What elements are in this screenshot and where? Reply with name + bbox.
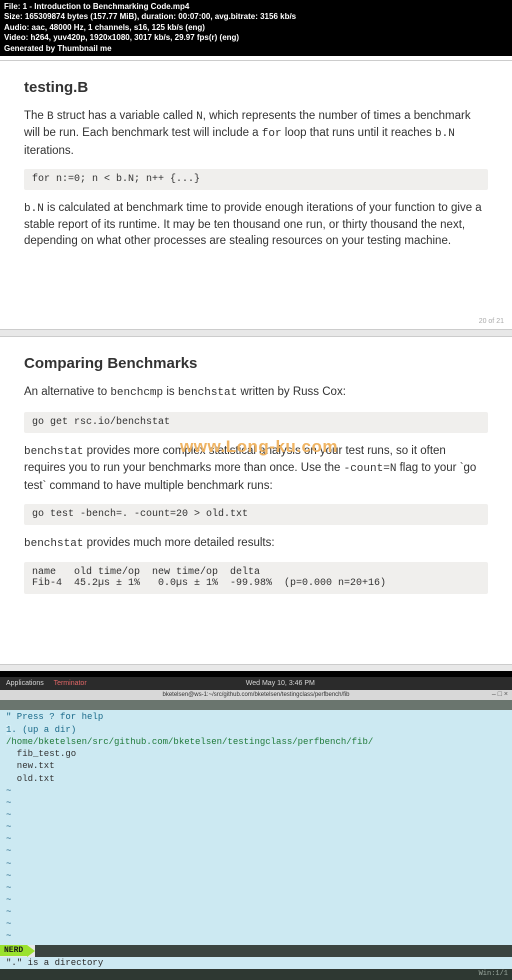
meta-file: File: 1 - Introduction to Benchmarking C… [4, 2, 508, 12]
vim-statusline: NERD [0, 945, 512, 957]
statusline-rest [35, 945, 512, 957]
empty-line: ~ [0, 797, 512, 809]
slide2-code2: go test -bench=. -count=20 > old.txt [24, 504, 488, 525]
file-item[interactable]: fib_test.go [0, 748, 512, 760]
empty-line: ~ [0, 858, 512, 870]
empty-line: ~ [0, 821, 512, 833]
empty-line: ~ [0, 785, 512, 797]
meta-video: Video: h264, yuv420p, 1920x1080, 3017 kb… [4, 33, 508, 43]
editor-pane[interactable]: 1. (up a dir) /home/bketelsen/src/github… [0, 724, 512, 945]
empty-line: ~ [0, 870, 512, 882]
slide2-title: Comparing Benchmarks [24, 355, 488, 372]
menu-applications[interactable]: Applications [6, 680, 44, 687]
empty-line: ~ [0, 930, 512, 942]
video-metadata-header: File: 1 - Introduction to Benchmarking C… [0, 0, 512, 60]
desktop-menubar[interactable]: Applications Terminator Wed May 10, 3:46… [0, 677, 512, 690]
mode-label: NERD [0, 945, 27, 956]
window-titlebar: bketelsen@ws-1:~/src/github.com/bketelse… [0, 690, 512, 700]
window-count: Win:1/1 [479, 970, 508, 978]
window-controls[interactable]: – □ × [492, 690, 508, 700]
slide1-title: testing.B [24, 79, 488, 96]
empty-line: ~ [0, 833, 512, 845]
nerdtree-help: " Press ? for help [0, 710, 512, 724]
menu-terminator[interactable]: Terminator [54, 680, 87, 687]
nerdtree-cwd: /home/bketelsen/src/github.com/bketelsen… [0, 736, 512, 748]
file-item[interactable]: old.txt [0, 773, 512, 785]
meta-gen: Generated by Thumbnail me [4, 44, 508, 54]
empty-line: ~ [0, 894, 512, 906]
powerline-arrow-icon [27, 945, 35, 957]
meta-size: Size: 165309874 bytes (157.77 MiB), dura… [4, 12, 508, 22]
vim-message: "." is a directory [0, 957, 512, 969]
empty-line: ~ [0, 882, 512, 894]
file-item[interactable]: new.txt [0, 760, 512, 772]
window-title-text: bketelsen@ws-1:~/src/github.com/bketelse… [162, 692, 349, 698]
meta-audio: Audio: aac, 48000 Hz, 1 channels, s16, 1… [4, 23, 508, 33]
slide2-para3: benchstat provides much more detailed re… [24, 535, 488, 552]
empty-line: ~ [0, 845, 512, 857]
slide2-para1: An alternative to benchcmp is benchstat … [24, 384, 488, 401]
slide2-code3: name old time/op new time/op delta Fib-4… [24, 562, 488, 594]
slide-comparing-benchmarks: Comparing Benchmarks An alternative to b… [0, 336, 512, 665]
slide1-number: 20 of 21 [479, 318, 504, 325]
slide1-para1: The B struct has a variable called N, wh… [24, 108, 488, 159]
terminal-tabbar[interactable] [0, 700, 512, 710]
slide2-code1: go get rsc.io/benchstat [24, 412, 488, 433]
empty-line: ~ [0, 918, 512, 930]
empty-line: ~ [0, 809, 512, 821]
slide2-para2: benchstat provides more complex statisti… [24, 443, 488, 494]
slide-testing-b: testing.B The B struct has a variable ca… [0, 60, 512, 330]
terminal-footer: Win:1/1 [0, 969, 512, 980]
nerdtree-up-dir[interactable]: 1. (up a dir) [0, 724, 512, 736]
slide1-para2: b.N is calculated at benchmark time to p… [24, 200, 488, 250]
slide1-code: for n:=0; n < b.N; n++ {...} [24, 169, 488, 190]
empty-line: ~ [0, 906, 512, 918]
menu-clock: Wed May 10, 3:46 PM [246, 680, 315, 687]
